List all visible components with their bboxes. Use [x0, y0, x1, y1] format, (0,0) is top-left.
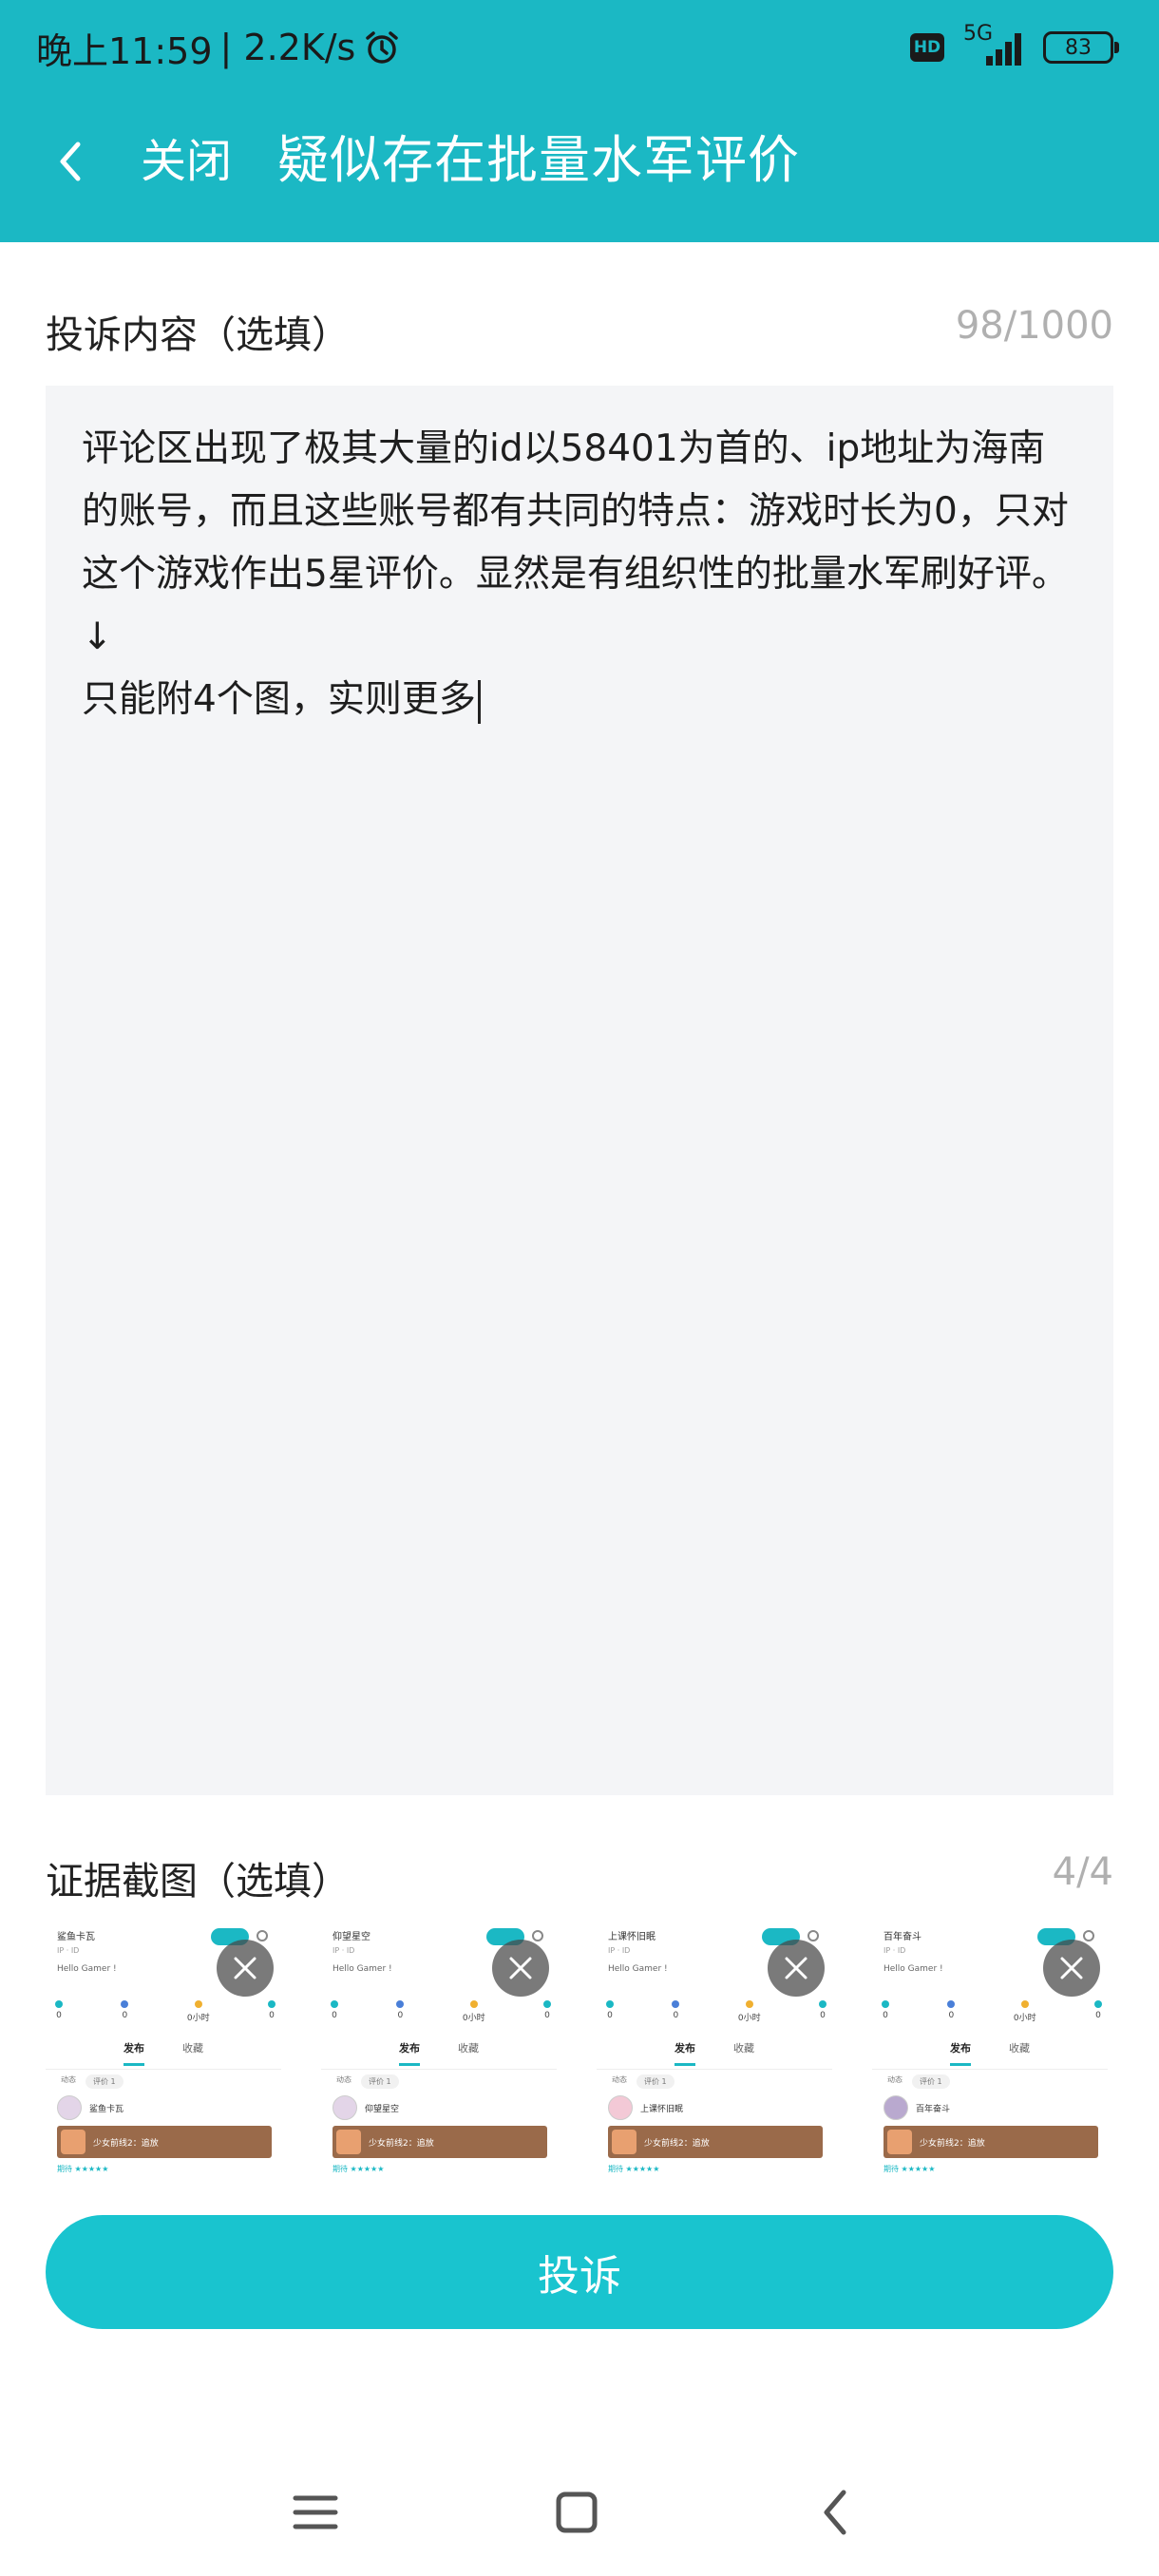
avatar — [884, 2095, 908, 2120]
status-left: 晚上11:59 | 2.2K/s — [36, 19, 401, 76]
complaint-label: 投诉内容（选填） — [46, 313, 350, 357]
submit-complaint-button[interactable]: 投诉 — [46, 2215, 1113, 2329]
thumb-chips: 动态 评价 1 — [61, 2074, 124, 2089]
thumb-chips: 动态 评价 1 — [612, 2074, 674, 2089]
remove-thumbnail-button[interactable] — [1043, 1940, 1100, 1997]
system-nav-bar — [0, 2451, 1159, 2565]
thumb-rating: 期待 ★★★★★ — [884, 2165, 936, 2173]
remove-thumbnail-button[interactable] — [492, 1940, 549, 1997]
thumb-more-icon — [808, 1930, 819, 1941]
close-icon — [1060, 1957, 1083, 1979]
complaint-textarea[interactable]: 评论区出现了极其大量的id以58401为首的、ip地址为海南的账号，而且这些账号… — [46, 386, 1113, 1795]
page-title: 疑似存在批量水军评价 — [277, 130, 800, 190]
thumb-game-card: 少女前线2：追放 — [332, 2126, 547, 2158]
thumb-user: 仰望星空 — [332, 2095, 399, 2120]
title-bar: 关闭 疑似存在批量水军评价 — [0, 104, 1159, 218]
remove-thumbnail-button[interactable] — [217, 1940, 274, 1997]
remove-thumbnail-button[interactable] — [768, 1940, 825, 1997]
app-header: 晚上11:59 | 2.2K/s HD 5G 83 关闭 疑似存在批量水军评价 — [0, 0, 1159, 242]
menu-icon[interactable] — [282, 2479, 349, 2546]
thumb-game-card: 少女前线2：追放 — [608, 2126, 823, 2158]
battery-level: 83 — [1065, 35, 1092, 60]
game-icon — [336, 2130, 361, 2154]
thumb-user: 鲨鱼卡瓦 — [57, 2095, 124, 2120]
game-icon — [887, 2130, 912, 2154]
thumb-rating: 期待 ★★★★★ — [332, 2165, 385, 2173]
thumb-tabs: 发布 收藏 — [597, 2040, 832, 2070]
thumb-user: 上课怀旧眠 — [608, 2095, 683, 2120]
close-button[interactable]: 关闭 — [141, 133, 232, 190]
signal-icon — [986, 33, 1021, 66]
signal-indicator: 5G — [958, 22, 1030, 69]
avatar — [332, 2095, 357, 2120]
complaint-char-counter: 98/1000 — [955, 304, 1113, 348]
hd-icon: HD — [910, 33, 944, 62]
back-icon[interactable] — [804, 2479, 870, 2546]
thumb-chips: 动态 评价 1 — [887, 2074, 950, 2089]
home-icon[interactable] — [543, 2479, 610, 2546]
thumb-tabs: 发布 收藏 — [46, 2040, 281, 2070]
status-bar: 晚上11:59 | 2.2K/s HD 5G 83 — [0, 0, 1159, 95]
status-right: HD 5G 83 — [910, 21, 1119, 74]
thumb-stats: 0 0 0小时 0 — [55, 2000, 276, 2033]
text-cursor — [477, 679, 481, 724]
evidence-thumbnail[interactable]: 百年奋斗 IP · ID Hello Gamer ! 0 0 0小时 0 发布收… — [872, 1919, 1108, 2175]
close-icon — [509, 1957, 532, 1979]
thumb-user: 百年奋斗 — [884, 2095, 950, 2120]
thumb-chips: 动态 评价 1 — [336, 2074, 399, 2089]
thumb-tabs: 发布 收藏 — [321, 2040, 557, 2070]
thumb-stats: 0 0 0小时 0 — [606, 2000, 826, 2033]
close-icon — [234, 1957, 256, 1979]
thumb-game-card: 少女前线2：追放 — [57, 2126, 272, 2158]
evidence-thumbnail[interactable]: 仰望星空 IP · ID Hello Gamer ! 0 0 0小时 0 发布收… — [321, 1919, 557, 2175]
alarm-icon — [366, 31, 399, 64]
thumb-game-card: 少女前线2：追放 — [884, 2126, 1098, 2158]
avatar — [608, 2095, 633, 2120]
evidence-thumbnails: 鲨鱼卡瓦 IP · ID Hello Gamer ! 0 0 0小时 0 发布收… — [46, 1919, 1113, 2175]
evidence-label: 证据截图（选填） — [46, 1860, 350, 1904]
thumb-stats: 0 0 0小时 0 — [331, 2000, 551, 2033]
thumb-more-icon — [532, 1930, 543, 1941]
evidence-thumbnail[interactable]: 鲨鱼卡瓦 IP · ID Hello Gamer ! 0 0 0小时 0 发布收… — [46, 1919, 281, 2175]
complaint-text: 评论区出现了极其大量的id以58401为首的、ip地址为海南的账号，而且这些账号… — [82, 427, 1069, 721]
close-icon — [785, 1957, 808, 1979]
avatar — [57, 2095, 82, 2120]
net-speed: | 2.2K/s — [219, 27, 356, 68]
game-icon — [612, 2130, 636, 2154]
clock: 晚上11:59 — [36, 29, 213, 72]
thumb-more-icon — [1083, 1930, 1094, 1941]
back-arrow-icon[interactable] — [46, 133, 99, 190]
thumb-stats: 0 0 0小时 0 — [882, 2000, 1102, 2033]
game-icon — [61, 2130, 86, 2154]
thumb-more-icon — [256, 1930, 268, 1941]
evidence-counter: 4/4 — [1052, 1850, 1113, 1894]
thumb-rating: 期待 ★★★★★ — [608, 2165, 660, 2173]
thumb-rating: 期待 ★★★★★ — [57, 2165, 109, 2173]
evidence-thumbnail[interactable]: 上课怀旧眠 IP · ID Hello Gamer ! 0 0 0小时 0 发布… — [597, 1919, 832, 2175]
thumb-tabs: 发布 收藏 — [872, 2040, 1108, 2070]
battery-icon: 83 — [1043, 31, 1119, 64]
